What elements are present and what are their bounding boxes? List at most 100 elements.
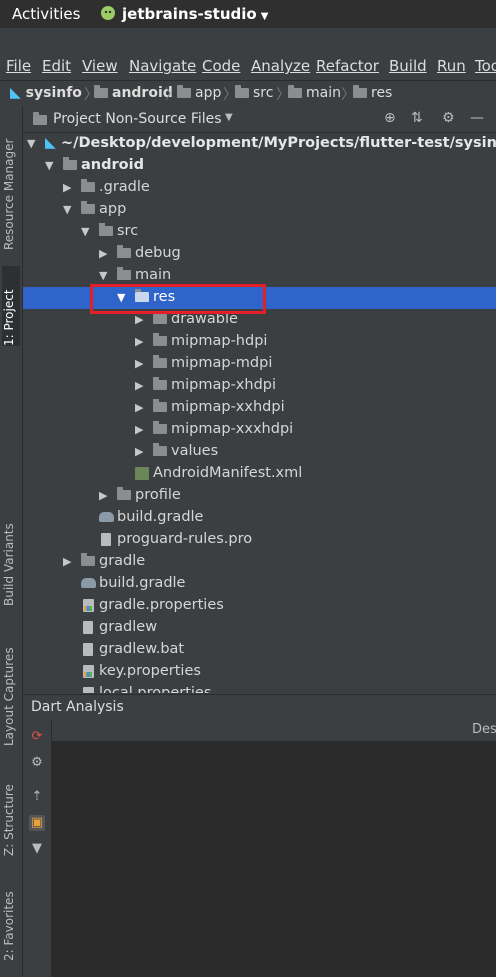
collapse-arrow-icon[interactable]: ▶ [63, 555, 71, 568]
breadcrumb-src[interactable]: src [235, 85, 273, 101]
tab-project[interactable]: 1: Project [2, 266, 20, 346]
tab-layout-captures[interactable]: Layout Captures [2, 636, 20, 746]
tree-row-build-gradle[interactable]: build.gradle [23, 573, 496, 595]
pin-icon[interactable]: ⇡ [29, 789, 45, 805]
menu-refactor[interactable]: Refactor [316, 57, 379, 75]
tree-row-mipmap-xxhdpi[interactable]: ▶ mipmap-xxhdpi [23, 397, 496, 419]
tree-row-app[interactable]: ▼ app [23, 199, 496, 221]
tree-row-profile[interactable]: ▶ profile [23, 485, 496, 507]
folder-icon [153, 443, 167, 456]
tree-row-mipmap-xhdpi[interactable]: ▶ mipmap-xhdpi [23, 375, 496, 397]
tree-row-app-build-gradle[interactable]: build.gradle [23, 507, 496, 529]
tree-row-label: ~/Desktop/development/MyProjects/flutter… [61, 135, 496, 151]
tree-row-label: values [171, 443, 219, 459]
breadcrumb-res[interactable]: res [353, 85, 392, 101]
tree-row-android-manifest[interactable]: AndroidManifest.xml [23, 463, 496, 485]
tree-row-debug[interactable]: ▶ debug [23, 243, 496, 265]
tree-row-android[interactable]: ▼ android [23, 155, 496, 177]
tree-row-proguard-rules[interactable]: proguard-rules.pro [23, 529, 496, 551]
properties-icon [83, 665, 94, 678]
tree-row-label: key.properties [99, 663, 201, 679]
collapse-arrow-icon[interactable]: ▶ [135, 335, 143, 348]
collapse-arrow-icon[interactable]: ▶ [135, 445, 143, 458]
group-by-icon[interactable]: ▣ [29, 815, 45, 831]
folder-icon [153, 399, 167, 412]
gear-icon[interactable]: ⚙ [29, 755, 45, 771]
left-tool-window-strip: Resource Manager 1: Project Build Varian… [0, 106, 23, 976]
breadcrumb-label: main [306, 85, 341, 101]
collapse-arrow-icon[interactable]: ▶ [99, 489, 107, 502]
tab-structure[interactable]: Z: Structure [2, 776, 20, 856]
project-tool-window: Project Non-Source Files ▼ ⊕ ⇅ ⚙ — ▼ ◣ ~… [23, 106, 496, 694]
tree-row-gradlew-bat[interactable]: gradlew.bat [23, 639, 496, 661]
menu-file[interactable]: File [6, 57, 31, 75]
tree-row-values[interactable]: ▶ values [23, 441, 496, 463]
tab-build-variants[interactable]: Build Variants [2, 516, 20, 606]
tree-row-label: mipmap-mdpi [171, 355, 273, 371]
tree-row-key-properties[interactable]: key.properties [23, 661, 496, 683]
tree-row-gradle-properties[interactable]: gradle.properties [23, 595, 496, 617]
collapse-arrow-icon[interactable]: ▶ [99, 247, 107, 260]
chevron-down-icon[interactable]: ▼ [225, 112, 233, 123]
breadcrumb-main[interactable]: main [288, 85, 341, 101]
expand-arrow-icon[interactable]: ▼ [99, 269, 107, 282]
collapse-all-icon[interactable]: ⇅ [411, 110, 423, 126]
expand-arrow-icon[interactable]: ▼ [81, 225, 89, 238]
collapse-arrow-icon[interactable]: ▶ [135, 313, 143, 326]
tree-row-project-root[interactable]: ▼ ◣ ~/Desktop/development/MyProjects/flu… [23, 133, 496, 155]
tree-row-src[interactable]: ▼ src [23, 221, 496, 243]
locate-icon[interactable]: ⊕ [384, 110, 396, 126]
collapse-arrow-icon[interactable]: ▶ [135, 401, 143, 414]
tree-row-label: profile [135, 487, 181, 503]
menu-tools[interactable]: Tools [475, 57, 496, 75]
app-name: jetbrains-studio [122, 5, 257, 23]
file-icon [101, 533, 111, 546]
tree-row-label: mipmap-hdpi [171, 333, 268, 349]
app-menu-button[interactable]: jetbrains-studio ▼ [100, 5, 268, 23]
tree-row-label: gradlew [99, 619, 158, 635]
expand-arrow-icon[interactable]: ▼ [27, 137, 35, 150]
expand-arrow-icon[interactable]: ▼ [45, 159, 53, 172]
breadcrumb-android[interactable]: android [94, 85, 173, 101]
gradle-icon [81, 578, 96, 588]
collapse-arrow-icon[interactable]: ▶ [135, 423, 143, 436]
tree-row-mipmap-xxxhdpi[interactable]: ▶ mipmap-xxxhdpi [23, 419, 496, 441]
breadcrumb-app[interactable]: app [177, 85, 221, 101]
refresh-icon[interactable]: ⟳ [29, 729, 45, 745]
gradle-icon [99, 512, 114, 522]
project-view-selector[interactable]: Project Non-Source Files [53, 111, 222, 127]
collapse-arrow-icon[interactable]: ▶ [63, 181, 71, 194]
tree-row-mipmap-hdpi[interactable]: ▶ mipmap-hdpi [23, 331, 496, 353]
menu-run[interactable]: Run [437, 57, 466, 75]
manifest-icon [135, 467, 149, 480]
tree-row-label: build.gradle [117, 509, 204, 525]
tree-row-local-properties[interactable]: local.properties [23, 683, 496, 693]
tab-resource-manager[interactable]: Resource Manager [2, 120, 20, 250]
tree-row-gradle-folder[interactable]: ▶ gradle [23, 551, 496, 573]
gear-icon[interactable]: ⚙ [442, 110, 455, 126]
menu-navigate[interactable]: Navigate [129, 57, 196, 75]
collapse-arrow-icon[interactable]: ▶ [135, 379, 143, 392]
activities-button[interactable]: Activities [12, 5, 80, 23]
expand-arrow-icon[interactable]: ▼ [63, 203, 71, 216]
folder-icon [81, 201, 95, 214]
menu-edit[interactable]: Edit [42, 57, 71, 75]
tree-row-dot-gradle[interactable]: ▶ .gradle [23, 177, 496, 199]
tree-row-label: gradlew.bat [99, 641, 185, 657]
tab-favorites[interactable]: 2: Favorites [2, 881, 20, 961]
menu-code[interactable]: Code [202, 57, 240, 75]
collapse-arrow-icon[interactable]: ▶ [135, 357, 143, 370]
tree-row-label: build.gradle [99, 575, 186, 591]
tree-row-label: main [135, 267, 172, 283]
tree-row-gradlew[interactable]: gradlew [23, 617, 496, 639]
filter-icon[interactable]: ▼ [29, 841, 45, 857]
tree-row-mipmap-mdpi[interactable]: ▶ mipmap-mdpi [23, 353, 496, 375]
file-icon [83, 643, 93, 656]
tree-row-label: app [99, 201, 127, 217]
minimize-icon[interactable]: — [470, 110, 484, 126]
menu-build[interactable]: Build [389, 57, 427, 75]
menu-view[interactable]: View [82, 57, 118, 75]
breadcrumb-sysinfo[interactable]: ◣ sysinfo [10, 85, 82, 101]
menu-analyze[interactable]: Analyze [251, 57, 310, 75]
description-column-header[interactable]: Des [472, 722, 496, 737]
